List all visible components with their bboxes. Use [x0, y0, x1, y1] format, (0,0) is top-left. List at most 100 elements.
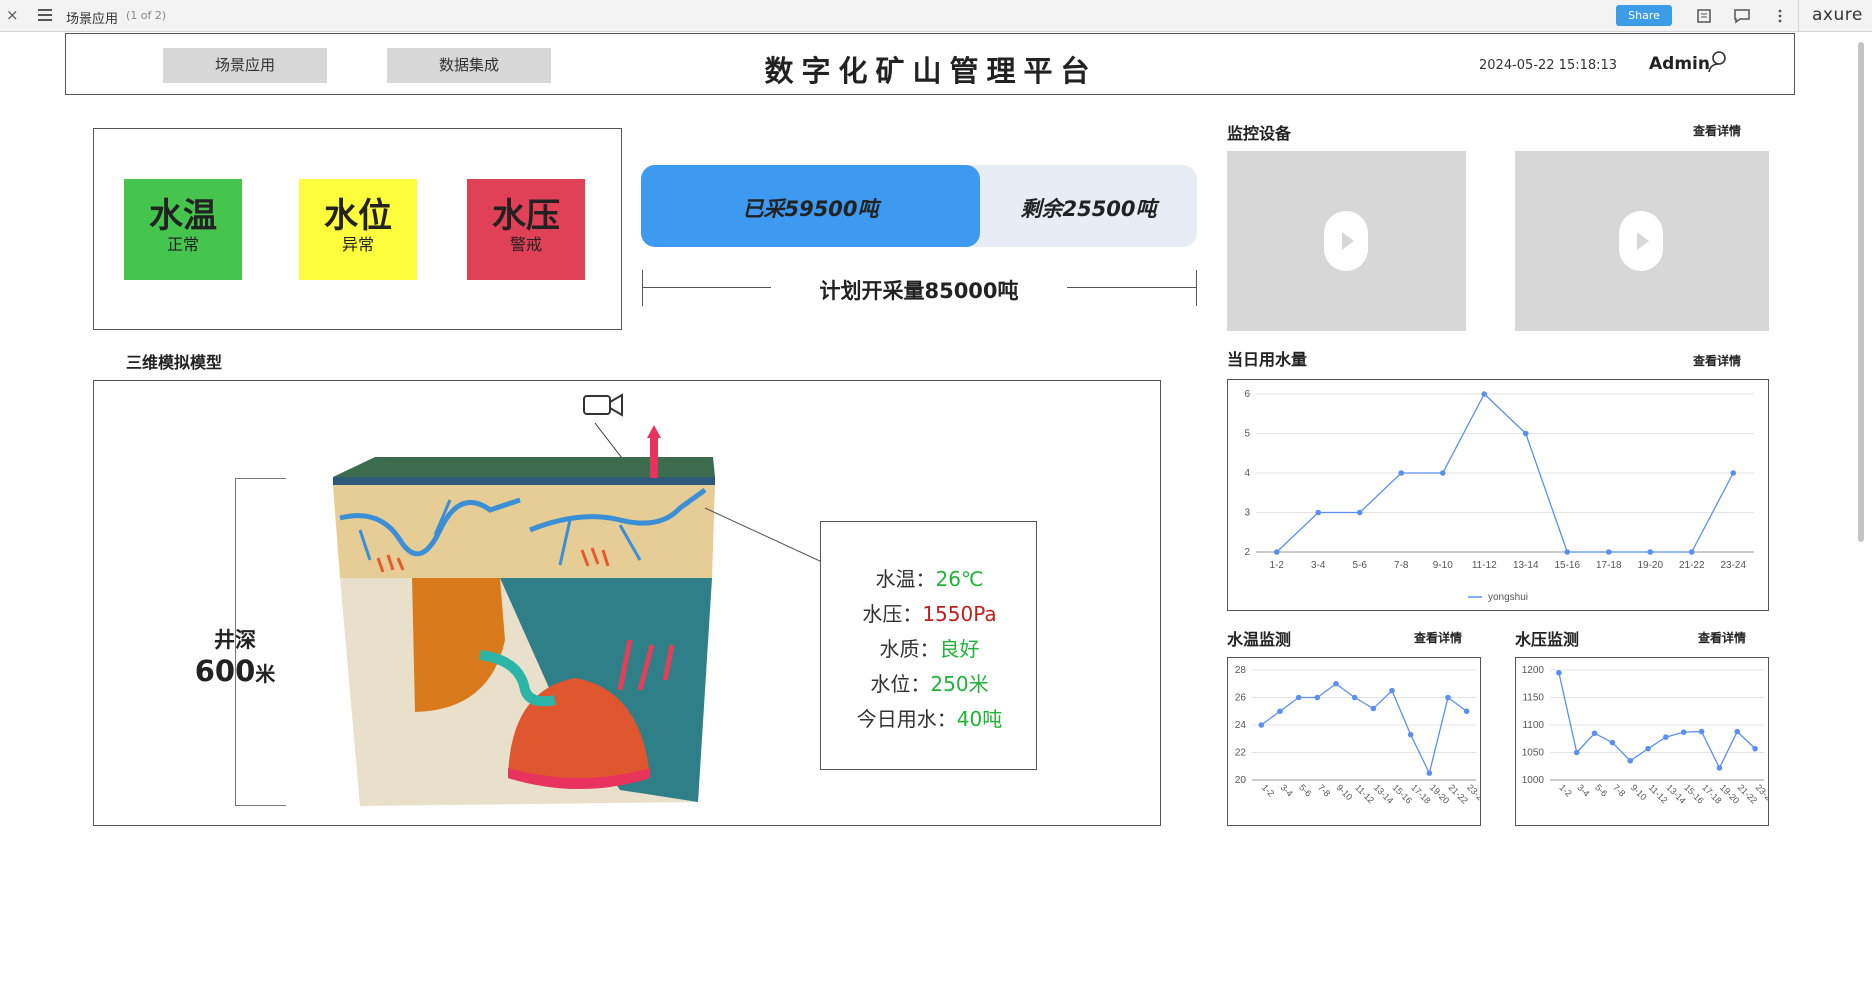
plan-bracket-right: [1196, 270, 1197, 306]
status-label: 水温: [149, 196, 217, 236]
info-key: 水温：: [875, 567, 936, 591]
status-water-level[interactable]: 水位 异常: [299, 179, 417, 280]
water-temp-chart: 20 22 24 26 28 1-2 3-4 5-6 7-8 9-10 11-12 13-14 15-1…: [1227, 657, 1481, 826]
y-tick-label: 4: [1244, 468, 1250, 479]
data-point: [1734, 728, 1741, 735]
data-point: [1439, 470, 1446, 476]
x-tick-label: 21-22: [1736, 782, 1759, 805]
water-usage-title: 当日用水量: [1227, 350, 1308, 369]
x-tick-label: 23-24: [1465, 782, 1480, 805]
plan-label: 计划开采量85000吨: [819, 279, 1019, 303]
status-water-temp[interactable]: 水温 正常: [124, 179, 242, 280]
x-tick-label: 17-18: [1700, 782, 1723, 805]
data-point: [1351, 694, 1358, 701]
data-point: [1591, 730, 1598, 737]
x-tick-label: 11-12: [1647, 782, 1670, 805]
depth-value: 600: [194, 654, 256, 688]
x-tick-label: 15-16: [1682, 782, 1705, 805]
data-point: [1730, 470, 1737, 476]
y-tick-label: 3: [1244, 508, 1250, 519]
data-point: [1389, 687, 1395, 694]
data-point: [1333, 680, 1339, 687]
data-point: [1356, 509, 1363, 516]
status-state: 异常: [341, 235, 374, 254]
mine-3d-model[interactable]: [320, 390, 840, 810]
info-key: 水位：: [870, 672, 931, 696]
x-tick-label: 13-14: [1372, 782, 1395, 805]
share-button[interactable]: Share: [1616, 5, 1672, 26]
data-point: [1481, 391, 1488, 397]
monitor-detail-link[interactable]: 查看详情: [1693, 122, 1741, 139]
notes-icon[interactable]: [1695, 7, 1713, 25]
page-count: (1 of 2): [126, 9, 167, 22]
x-tick-label: 3-4: [1575, 782, 1591, 798]
status-water-pressure[interactable]: 水压 警戒: [467, 179, 585, 280]
y-tick-label: 20: [1235, 775, 1247, 786]
plan-line-left: [643, 287, 771, 288]
user-name[interactable]: Admin: [1649, 54, 1710, 74]
info-row-water-quality: 水质：良好: [821, 633, 1038, 662]
chart-svg: 2 3 4 5 6 1-2 3-4 5-6 7-8 9-10 11-12 13-14 15-16 17-1…: [1244, 389, 1754, 603]
data-point: [1716, 765, 1723, 771]
x-tick-label: 3-4: [1279, 782, 1295, 798]
more-icon[interactable]: [1771, 7, 1789, 25]
y-tick-label: 28: [1235, 665, 1247, 676]
x-tick-label: 23-24: [1720, 560, 1746, 571]
camera-icon: [583, 393, 626, 463]
data-point: [1605, 549, 1612, 555]
x-tick-label: 19-20: [1718, 782, 1741, 805]
x-tick-label: 11-12: [1353, 782, 1376, 805]
video-player-2[interactable]: [1515, 151, 1769, 331]
play-icon[interactable]: [1324, 211, 1368, 271]
model-title: 三维模拟模型: [126, 353, 223, 372]
remain-label: 剩余25500吨: [1020, 197, 1157, 221]
status-state: 警戒: [509, 235, 542, 254]
water-temp-detail-link[interactable]: 查看详情: [1414, 629, 1462, 646]
video-player-1[interactable]: [1227, 151, 1466, 331]
y-tick-label: 2: [1244, 547, 1250, 558]
data-point: [1680, 729, 1687, 735]
x-tick-label: 1-2: [1270, 560, 1285, 571]
user-icon[interactable]: [1708, 50, 1730, 74]
data-point: [1295, 694, 1302, 701]
data-point: [1564, 549, 1571, 555]
menu-icon[interactable]: [38, 9, 52, 21]
info-value: 250米: [930, 672, 989, 696]
data-point: [1663, 734, 1669, 740]
close-icon[interactable]: ×: [6, 6, 19, 24]
y-tick-label: 24: [1235, 720, 1247, 731]
x-tick-label: 5-6: [1297, 782, 1313, 798]
data-point: [1752, 745, 1758, 752]
page-name: 场景应用: [66, 12, 119, 27]
data-point: [1609, 739, 1616, 746]
play-icon[interactable]: [1619, 211, 1663, 271]
info-value: 40吨: [956, 707, 1003, 731]
status-label: 水压: [492, 196, 560, 236]
x-tick-label: 19-20: [1637, 560, 1663, 571]
status-label: 水位: [324, 196, 392, 236]
data-point: [1463, 708, 1470, 715]
scrollbar-thumb[interactable]: [1858, 42, 1864, 542]
water-pressure-detail-link[interactable]: 查看详情: [1698, 629, 1746, 646]
x-tick-label: 19-20: [1428, 782, 1451, 805]
plan-bracket-left: [642, 270, 643, 306]
info-value: 1550Pa: [922, 602, 997, 626]
x-tick-label: 9-10: [1629, 782, 1649, 802]
data-point: [1573, 749, 1580, 756]
x-tick-label: 15-16: [1554, 560, 1580, 571]
x-tick-label: 9-10: [1335, 782, 1355, 802]
x-tick-label: 3-4: [1311, 560, 1326, 571]
x-tick-label: 5-6: [1353, 560, 1368, 571]
x-tick-label: 7-8: [1316, 782, 1332, 798]
chart-svg: 20 22 24 26 28 1-2 3-4 5-6 7-8 9-1011-1213-1415-1…: [1235, 665, 1480, 806]
info-row-water-usage: 今日用水：40吨: [821, 703, 1038, 732]
water-usage-detail-link[interactable]: 查看详情: [1693, 352, 1741, 369]
y-tick-label: 22: [1235, 748, 1247, 759]
plan-line-right: [1067, 287, 1197, 288]
monitor-title: 监控设备: [1227, 124, 1292, 143]
axure-toolbar: × 场景应用 (1 of 2) Share axure: [0, 0, 1872, 32]
mined-label: 已采59500吨: [742, 197, 879, 221]
comment-icon[interactable]: [1733, 7, 1751, 25]
series-line: [1558, 672, 1756, 770]
x-tick-label: 13-14: [1665, 782, 1688, 805]
